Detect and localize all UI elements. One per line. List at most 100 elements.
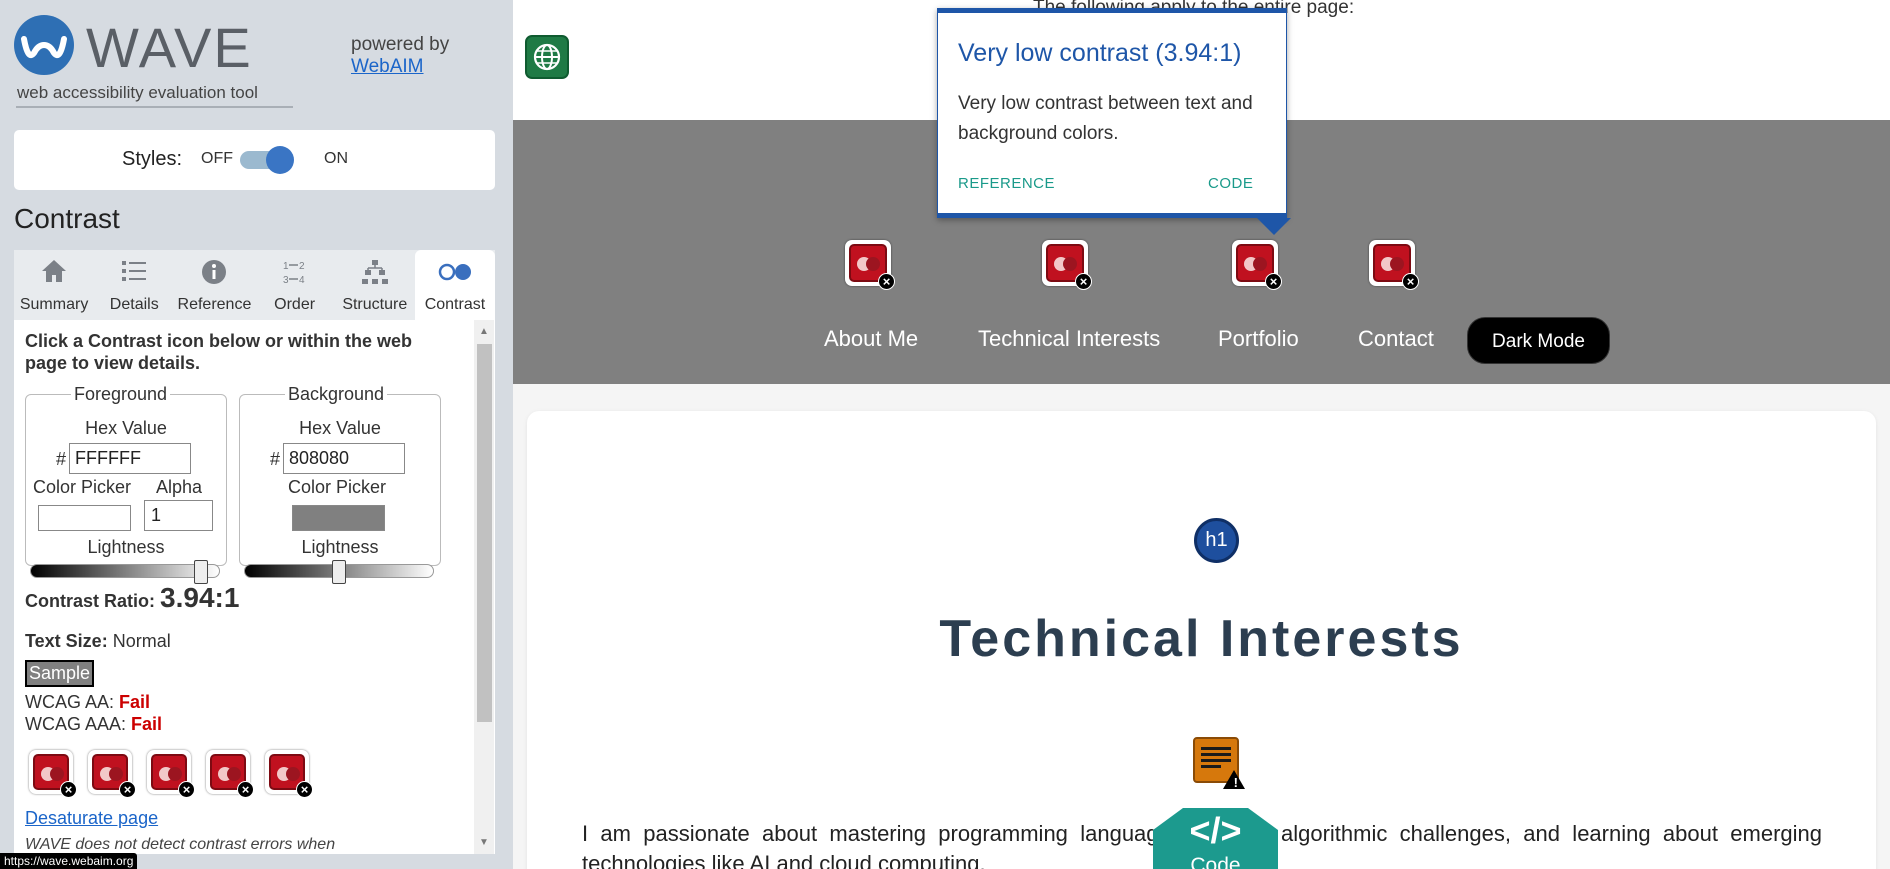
contrast-error-icon[interactable]: × <box>845 240 895 290</box>
contrast-error-nav-contact[interactable]: × <box>1369 240 1419 290</box>
contrast-error-icon[interactable]: × <box>88 750 136 798</box>
contrast-popup: Very low contrast (3.94:1) Very low cont… <box>937 8 1287 218</box>
contrast-ratio: Contrast Ratio: 3.94:1 <box>25 582 239 614</box>
wcag-aa-result: WCAG AA: Fail <box>25 692 150 713</box>
contrast-icon <box>415 258 495 292</box>
contrast-instructions: Click a Contrast icon below or within th… <box>25 331 413 373</box>
fg-lightness-label: Lightness <box>87 537 165 557</box>
tab-contrast[interactable]: Contrast <box>414 250 496 320</box>
contrast-ratio-label: Contrast Ratio: <box>25 591 155 611</box>
scroll-down-icon[interactable]: ▼ <box>479 837 489 848</box>
contrast-panel: Click a Contrast icon below or within th… <box>14 320 495 854</box>
language-globe-icon[interactable] <box>525 35 569 79</box>
wave-logo-icon <box>14 15 74 75</box>
dark-mode-button[interactable]: Dark Mode <box>1467 317 1610 364</box>
warning-exclamation: ! <box>1233 775 1238 790</box>
panel-title: Contrast <box>14 203 120 234</box>
nav-technical-interests[interactable]: Technical Interests <box>978 326 1160 352</box>
nav-contact[interactable]: Contact <box>1358 326 1434 352</box>
fg-lightness-slider[interactable] <box>30 560 220 584</box>
scroll-thumb[interactable] <box>477 344 492 722</box>
foreground-fieldset: Foreground Hex Value # Color Picker Alph… <box>25 384 227 584</box>
contrast-error-icon[interactable]: × <box>1232 240 1282 290</box>
wcag-aa-label: WCAG AA: <box>25 692 115 712</box>
contrast-error-icon[interactable]: × <box>206 750 254 798</box>
bg-hash: # <box>270 449 281 469</box>
wcag-aa-value: Fail <box>119 692 151 712</box>
svg-text:4: 4 <box>299 275 305 286</box>
styles-label: Styles: <box>122 148 183 170</box>
text-size-label: Text Size: <box>25 631 108 651</box>
tab-label: Contrast <box>424 296 486 313</box>
wcag-aaa-result: WCAG AAA: Fail <box>25 714 162 735</box>
wave-sidebar: WAVE web accessibility evaluation tool p… <box>0 0 513 869</box>
contrast-error-nav-technical[interactable]: × <box>1042 240 1092 290</box>
contrast-error-icon[interactable]: × <box>147 750 195 798</box>
panel-scrollbar[interactable]: ▲ ▼ <box>474 320 494 854</box>
fg-color-picker-label: Color Picker <box>33 477 132 497</box>
wave-logo-text: WAVE <box>86 16 253 79</box>
fg-alpha-input[interactable] <box>144 500 213 531</box>
bg-lightness-thumb[interactable] <box>332 560 346 584</box>
tab-summary[interactable]: Summary <box>14 250 94 320</box>
bg-lightness-slider[interactable] <box>244 560 434 584</box>
wcag-aaa-label: WCAG AAA: <box>25 714 127 734</box>
fg-lightness-track[interactable] <box>30 564 220 578</box>
bg-hex-input[interactable] <box>283 443 405 474</box>
scroll-up-icon[interactable]: ▲ <box>479 326 489 337</box>
fg-hex-input[interactable] <box>69 443 191 474</box>
contrast-error-icon[interactable]: × <box>1042 240 1092 290</box>
svg-text:2: 2 <box>299 261 305 272</box>
popup-code-link[interactable]: CODE <box>1208 175 1253 192</box>
nav-about-me[interactable]: About Me <box>824 326 918 352</box>
bg-hex-label: Hex Value <box>299 418 381 438</box>
wave-tagline: web accessibility evaluation tool <box>17 83 258 102</box>
tab-label: Summary <box>19 296 89 313</box>
background-legend: Background <box>288 384 385 404</box>
styles-off-label: OFF <box>201 150 233 167</box>
tab-reference[interactable]: Reference <box>174 250 254 320</box>
popup-description: Very low contrast between text and backg… <box>958 93 1253 144</box>
tab-order[interactable]: 1234 Order <box>255 250 335 320</box>
code-symbol: </> <box>1189 810 1242 851</box>
home-icon <box>14 258 94 292</box>
popup-pointer <box>1257 218 1291 235</box>
tab-label: Reference <box>177 296 252 313</box>
h1-heading-icon[interactable]: h1 <box>1194 518 1239 563</box>
fg-hex-label: Hex Value <box>85 418 167 438</box>
contrast-ratio-value: 3.94:1 <box>160 582 240 613</box>
contrast-error-icon[interactable]: × <box>1369 240 1419 290</box>
alert-paragraph-icon[interactable]: ! <box>1193 737 1245 790</box>
bg-color-picker[interactable] <box>292 505 385 531</box>
fg-color-picker[interactable] <box>38 505 131 531</box>
fg-lightness-thumb[interactable] <box>193 560 208 584</box>
powered-by-text: powered by <box>351 34 450 55</box>
order-icon: 1234 <box>255 258 335 292</box>
code-toggle-button[interactable]: </> Code <box>1153 808 1278 869</box>
tab-structure[interactable]: Structure <box>335 250 415 320</box>
text-size: Text Size: Normal <box>25 631 171 652</box>
evaluated-page: The following apply to the entire page: … <box>513 0 1890 869</box>
tab-details[interactable]: Details <box>94 250 174 320</box>
popup-reference-link[interactable]: REFERENCE <box>958 175 1055 192</box>
text-size-value: Normal <box>112 631 171 651</box>
contrast-error-nav-about[interactable]: × <box>845 240 895 290</box>
fg-alpha-label: Alpha <box>156 477 203 497</box>
desaturate-page-link[interactable]: Desaturate page <box>25 808 158 829</box>
code-label: Code <box>1190 854 1241 869</box>
styles-on-label: ON <box>324 150 348 167</box>
nav-portfolio[interactable]: Portfolio <box>1218 326 1299 352</box>
bg-lightness-label: Lightness <box>301 537 379 557</box>
content-card: h1 Technical Interests ! I am passionate… <box>527 411 1876 869</box>
fg-hash: # <box>56 449 67 469</box>
contrast-error-icon[interactable]: × <box>29 750 77 798</box>
styles-toggle-knob[interactable] <box>266 146 294 174</box>
contrast-error-list: × × × × × <box>29 750 313 798</box>
status-bar-url: https://wave.webaim.org <box>0 853 138 869</box>
bg-color-picker-label: Color Picker <box>288 477 387 497</box>
contrast-error-icon[interactable]: × <box>265 750 313 798</box>
background-fieldset: Background Hex Value # Color Picker Ligh… <box>239 384 441 584</box>
tab-label: Order <box>274 296 316 313</box>
webaim-link[interactable]: WebAIM <box>351 56 449 78</box>
contrast-error-nav-portfolio[interactable]: × <box>1232 240 1282 290</box>
